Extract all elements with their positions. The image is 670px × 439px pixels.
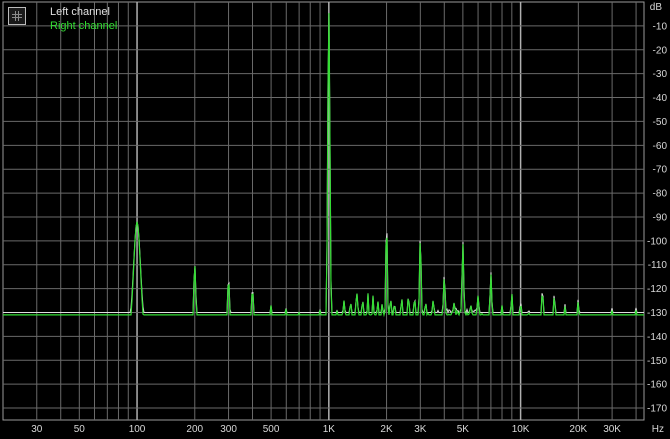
y-tick-label: -70 [653,165,668,176]
x-tick-label: 100 [129,424,146,435]
y-tick-label: -50 [653,117,668,128]
x-tick-label: 300 [220,424,237,435]
x-tick-label: 200 [186,424,203,435]
x-tick-label: 10K [512,424,530,435]
y-tick-label: -10 [653,21,668,32]
legend-item-right-channel: Right channel [50,20,118,32]
y-tick-label: -170 [647,404,667,415]
x-tick-label: 3K [414,424,427,435]
x-tick-label: 500 [263,424,280,435]
grid-icon[interactable] [8,7,26,25]
legend: Left channel Right channel [8,5,117,33]
x-tick-label: 30 [31,424,43,435]
x-tick-label: 50 [74,424,86,435]
y-tick-label: -110 [648,260,668,271]
y-tick-label: -90 [653,212,668,223]
y-tick-label: -130 [647,308,667,319]
legend-items: Left channel Right channel [50,5,117,33]
spectrum-chart: dB -10 -20 -30 -40 -50 -60 -70 -80 -90 -100 -110 -12… [0,0,670,439]
legend-item-left-channel: Left channel [50,6,110,18]
y-tick-label: -20 [653,45,668,56]
x-tick-label: 1K [323,424,336,435]
y-unit-label: dB [650,2,663,13]
y-tick-label: -80 [653,189,668,200]
y-tick-label: -60 [653,141,668,152]
y-tick-label: -100 [647,236,667,247]
x-tick-label: 5K [457,424,470,435]
x-tick-label: 20K [569,424,587,435]
y-tick-label: -40 [653,93,668,104]
x-tick-label: 2K [380,424,393,435]
x-unit-label: Hz [652,424,664,435]
y-tick-label: -140 [647,332,667,343]
y-tick-label: -150 [647,356,667,367]
x-tick-label: 30K [603,424,621,435]
y-tick-label: -160 [647,380,667,391]
chart-background [0,0,670,439]
y-tick-label: -30 [653,69,668,80]
y-tick-label: -120 [647,284,667,295]
